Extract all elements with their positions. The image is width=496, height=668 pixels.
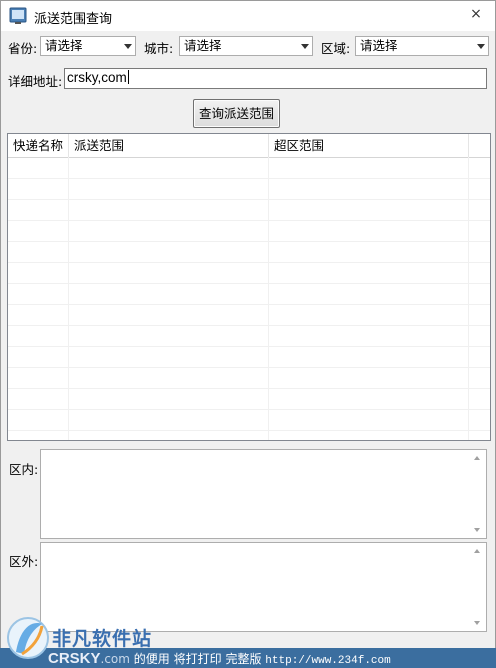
column-header-delivery-range[interactable]: 派送范围 [69,134,269,157]
vertical-scrollbar[interactable] [469,450,486,538]
table-row[interactable] [8,431,490,440]
watermark-footer-b: 将打打印 完整版 [173,652,262,666]
app-monitor-icon [9,7,27,24]
text-caret [127,70,129,84]
table-row[interactable] [8,263,490,284]
scroll-down-icon[interactable] [474,528,480,532]
city-select-value: 请选择 [184,38,222,53]
watermark-crsky: CRSKY [48,650,101,667]
district-label: 区域: [321,41,351,56]
province-label: 省份: [8,41,38,56]
title-bar: 派送范围查询 × [1,1,495,31]
query-range-button[interactable]: 查询派送范围 [193,99,280,128]
table-row[interactable] [8,368,490,389]
table-row[interactable] [8,158,490,179]
column-header-courier[interactable]: 快递名称 [8,134,69,157]
chevron-down-icon [477,44,485,49]
grid-header: 快递名称 派送范围 超区范围 [8,134,490,158]
column-header-over-range[interactable]: 超区范围 [269,134,469,157]
close-button[interactable]: × [463,3,489,25]
district-select[interactable]: 请选择 [355,36,489,56]
address-input-value: crsky,com [67,70,127,85]
inside-label: 区内: [9,462,39,477]
table-row[interactable] [8,284,490,305]
district-select-value: 请选择 [360,38,398,53]
address-input[interactable]: crsky,com [64,68,487,89]
app-window: 派送范围查询 × 省份: 请选择 城市: 请选择 区域: 请选择 详细地址: c… [0,0,496,668]
inside-range-textarea[interactable] [40,449,487,539]
province-select-value: 请选择 [45,38,83,53]
watermark-footer-a: 的便用 [133,652,170,666]
table-row[interactable] [8,242,490,263]
city-label: 城市: [144,41,174,56]
table-row[interactable] [8,389,490,410]
watermark-site-name: 非凡软件站 [52,628,153,650]
results-grid[interactable]: 快递名称 派送范围 超区范围 [7,133,491,441]
watermark-url: http://www.234f.com [265,655,391,667]
table-row[interactable] [8,347,490,368]
vertical-scrollbar[interactable] [469,543,486,631]
table-row[interactable] [8,221,490,242]
table-row[interactable] [8,305,490,326]
scroll-up-icon[interactable] [474,456,480,460]
scroll-down-icon[interactable] [474,621,480,625]
chevron-down-icon [124,44,132,49]
scroll-up-icon[interactable] [474,549,480,553]
table-row[interactable] [8,326,490,347]
table-row[interactable] [8,200,490,221]
chevron-down-icon [301,44,309,49]
outside-label: 区外: [9,554,39,569]
province-select[interactable]: 请选择 [40,36,136,56]
table-row[interactable] [8,179,490,200]
city-select[interactable]: 请选择 [179,36,313,56]
watermark-dotcom: .com [100,652,130,666]
address-label: 详细地址: [8,74,63,89]
watermark-footer: CRSKY.com 的便用 将打打印 完整版 http://www.234f.c… [4,650,391,667]
window-title: 派送范围查询 [34,12,113,27]
table-row[interactable] [8,410,490,431]
